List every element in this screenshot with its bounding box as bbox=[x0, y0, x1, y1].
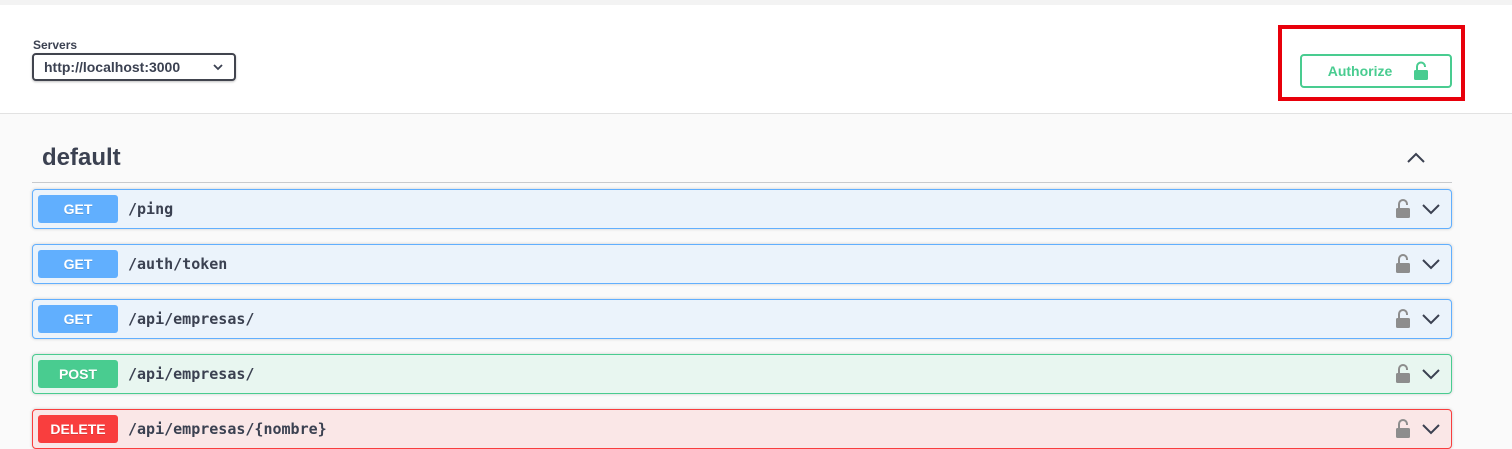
operation-path: /api/empresas/{nombre} bbox=[128, 420, 327, 438]
chevron-down-icon[interactable] bbox=[1421, 254, 1441, 274]
method-badge: POST bbox=[38, 360, 118, 388]
authorize-button[interactable]: Authorize bbox=[1300, 54, 1452, 88]
unlock-icon bbox=[1414, 61, 1429, 80]
unlock-icon[interactable] bbox=[1395, 419, 1411, 439]
chevron-down-icon bbox=[213, 64, 223, 71]
tag-section-header[interactable]: default bbox=[32, 136, 1452, 183]
operation-delete-api-empresas-nombre[interactable]: DELETE /api/empresas/{nombre} bbox=[32, 409, 1452, 449]
tag-title: default bbox=[42, 144, 121, 171]
unlock-icon[interactable] bbox=[1395, 199, 1411, 219]
method-badge: DELETE bbox=[38, 415, 118, 443]
unlock-icon[interactable] bbox=[1395, 364, 1411, 384]
operation-path: /ping bbox=[128, 200, 174, 218]
operation-get-api-empresas[interactable]: GET /api/empresas/ bbox=[32, 299, 1452, 339]
operation-path: /auth/token bbox=[128, 255, 228, 273]
method-badge: GET bbox=[38, 305, 118, 333]
chevron-up-icon[interactable] bbox=[1406, 148, 1426, 168]
unlock-icon[interactable] bbox=[1395, 254, 1411, 274]
operation-path: /api/empresas/ bbox=[128, 310, 255, 328]
operation-post-api-empresas[interactable]: POST /api/empresas/ bbox=[32, 354, 1452, 394]
scheme-container: Servers http://localhost:3000 Authorize bbox=[0, 5, 1512, 114]
servers-select[interactable]: http://localhost:3000 bbox=[32, 53, 236, 81]
chevron-down-icon[interactable] bbox=[1421, 199, 1441, 219]
chevron-down-icon[interactable] bbox=[1421, 364, 1441, 384]
chevron-down-icon[interactable] bbox=[1421, 419, 1441, 439]
operation-path: /api/empresas/ bbox=[128, 365, 255, 383]
chevron-down-icon[interactable] bbox=[1421, 309, 1441, 329]
method-badge: GET bbox=[38, 195, 118, 223]
operation-get-ping[interactable]: GET /ping bbox=[32, 189, 1452, 229]
servers-label: Servers bbox=[33, 38, 78, 52]
authorize-label: Authorize bbox=[1327, 63, 1393, 79]
method-badge: GET bbox=[38, 250, 118, 278]
servers-select-value: http://localhost:3000 bbox=[44, 59, 181, 75]
unlock-icon[interactable] bbox=[1395, 309, 1411, 329]
operation-get-auth-token[interactable]: GET /auth/token bbox=[32, 244, 1452, 284]
